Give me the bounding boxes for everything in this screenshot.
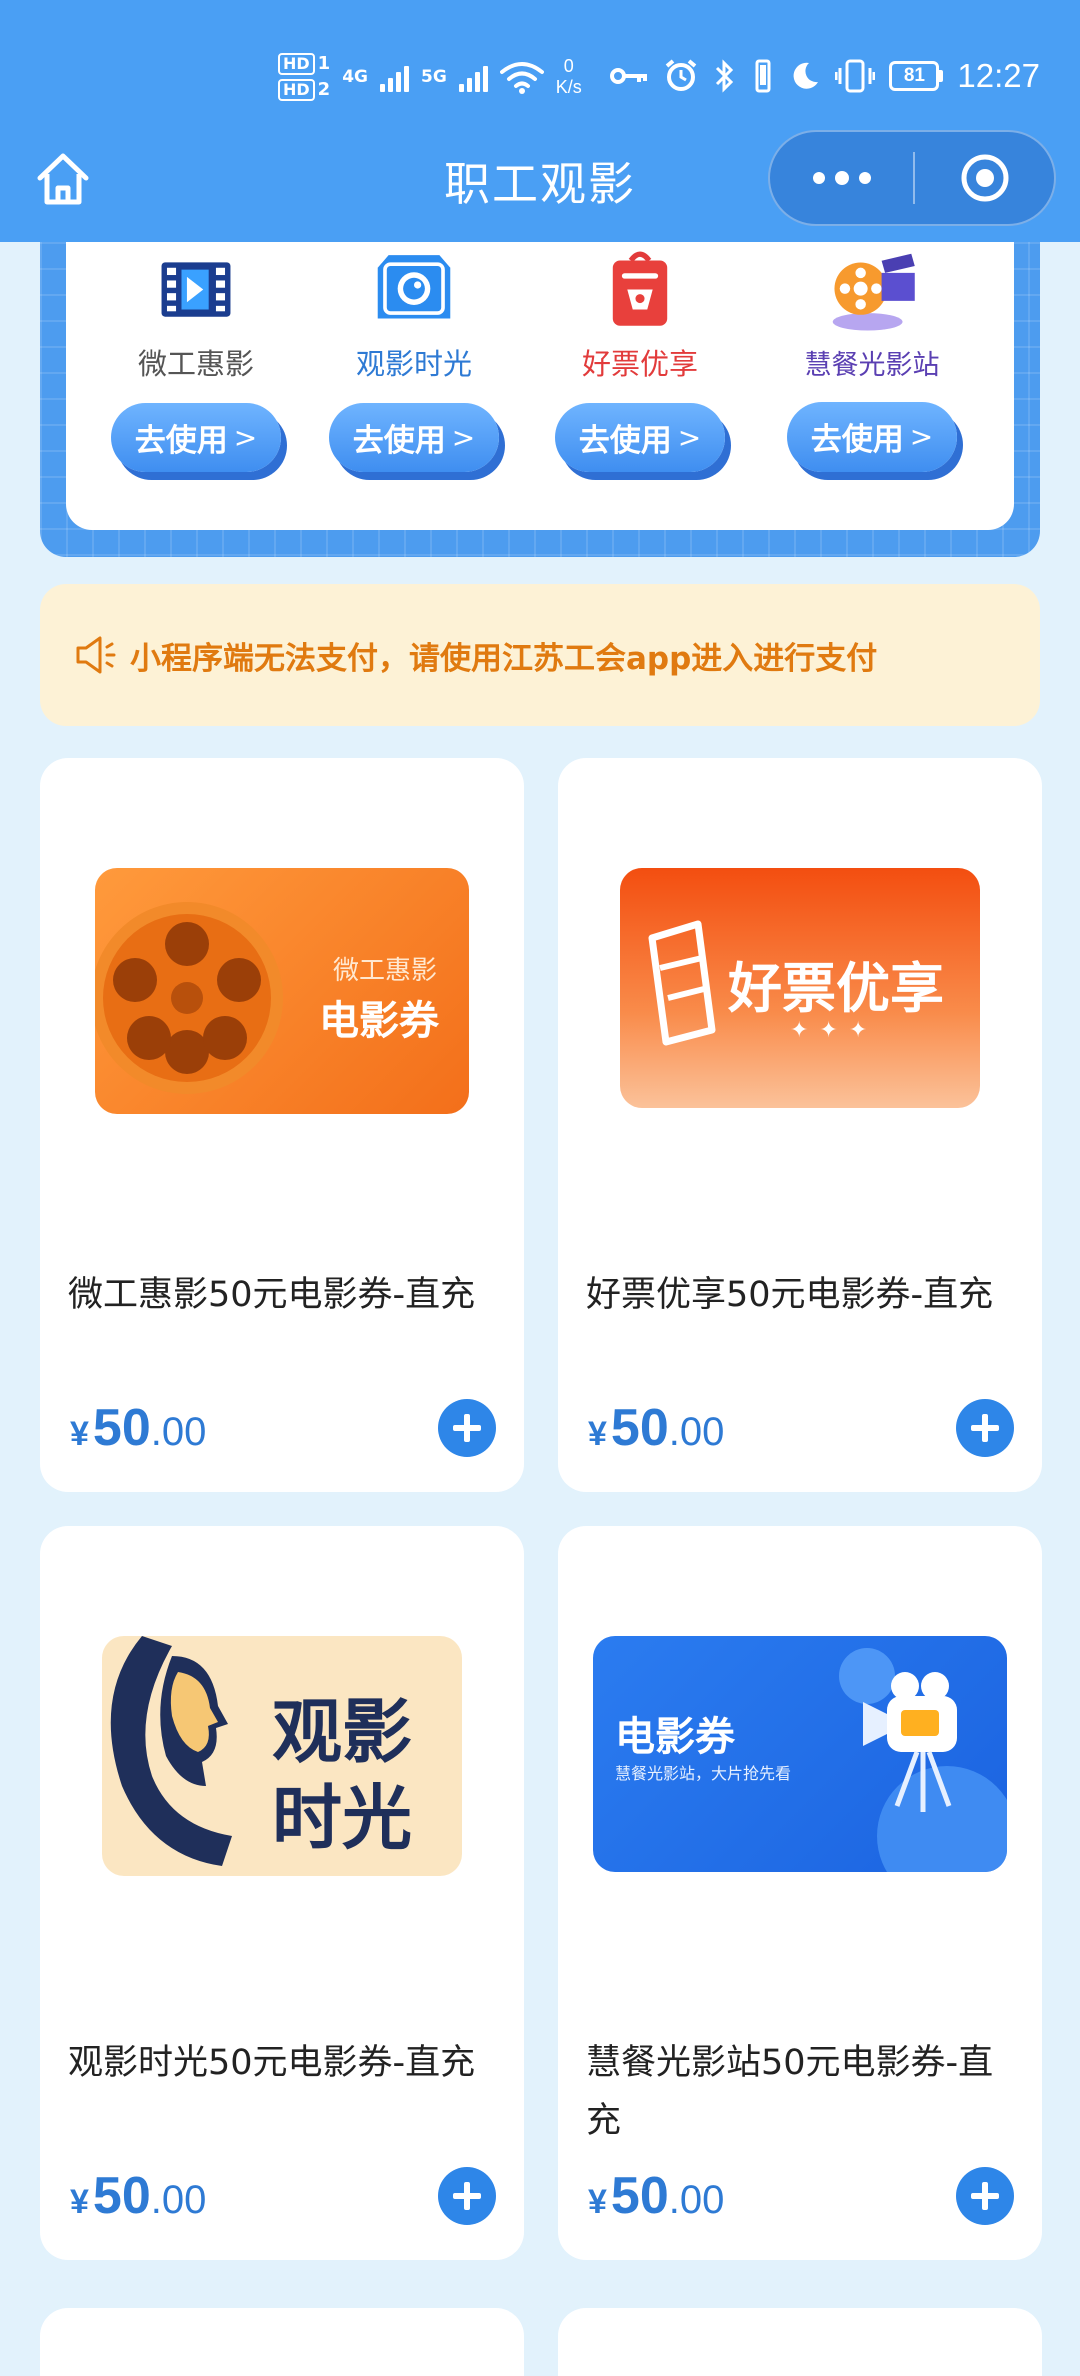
status-bar-right: 81 12:27: [609, 46, 1040, 106]
vibrate-icon: [755, 59, 771, 93]
close-button[interactable]: [915, 132, 1054, 224]
status-bar-left: HD 1 HD 2 4G 5G 0 K/s: [278, 42, 582, 112]
payment-notice: 小程序端无法支付，请使用江苏工会app进入进行支付: [40, 584, 1040, 726]
key-icon: [610, 68, 648, 84]
add-to-cart-button[interactable]: [956, 2167, 1014, 2225]
film-clapper-icon: [161, 262, 231, 317]
platform-huican: 慧餐光影站 去使用 >: [772, 242, 972, 472]
thumb-deco-text: ✦ ✦ ✦: [790, 1018, 870, 1043]
network-speed: 0 K/s: [555, 56, 582, 97]
product-price: ¥ 50 .00: [70, 1399, 207, 1457]
platform-panel: 微工惠影 去使用 > 观影时光 去使用 > 好票优享 去使用 > 慧餐光影站 去…: [40, 242, 1040, 557]
network-type-1: 4G: [342, 66, 368, 87]
product-title: 观影时光50元电影券-直充: [68, 2043, 476, 2083]
status-time: 12:27: [957, 57, 1040, 94]
thumb-line2-text: 时光: [272, 1777, 412, 1859]
platform-name: 慧餐光影站: [804, 349, 940, 381]
signal-icon-2: [458, 62, 488, 92]
platform-guanying: 观影时光 去使用 >: [314, 242, 514, 472]
product-price: ¥ 50 .00: [70, 2167, 207, 2225]
film-reel-icon: [832, 253, 915, 331]
hd1-label: HD: [278, 53, 315, 75]
hd2-label: HD: [278, 79, 315, 101]
product-price: ¥ 50 .00: [588, 1399, 725, 1457]
product-image: 观影 时光: [102, 1636, 462, 1876]
thumb-big-text: 电影券: [319, 998, 439, 1044]
thumb-big-text: 好票优享: [728, 957, 944, 1020]
film-silhouette-icon: [110, 1636, 232, 1866]
hd-indicators: HD 1 HD 2: [278, 53, 330, 101]
signal-icon: [380, 62, 409, 92]
product-image: 微工惠影 电影券: [95, 868, 469, 1114]
platform-card: 微工惠影 去使用 > 观影时光 去使用 > 好票优享 去使用 > 慧餐光影站 去…: [66, 242, 1014, 530]
product-card-partial[interactable]: [558, 2308, 1042, 2376]
use-button-haopiao[interactable]: 去使用 >: [555, 403, 725, 472]
platform-weigong: 微工惠影 去使用 >: [96, 242, 296, 472]
platform-haopiao: 好票优享 去使用 >: [540, 242, 740, 472]
platform-name: 好票优享: [581, 347, 698, 382]
product-image: 好票优享 ✦ ✦ ✦: [620, 868, 980, 1108]
ticket-icon: [648, 920, 716, 1046]
thumb-big-text: 电影券: [615, 1714, 735, 1760]
product-card-partial[interactable]: [40, 2308, 524, 2376]
product-card-huican[interactable]: 电影券 慧餐光影站，大片抢先看 慧餐光影站50元电影券-直充 ¥ 50 .00: [558, 1526, 1042, 2260]
movie-camera-icon: [839, 1648, 1007, 1872]
product-image: 电影券 慧餐光影站，大片抢先看: [593, 1636, 1007, 1872]
use-button-huican[interactable]: 去使用 >: [787, 401, 957, 472]
wifi-icon: [499, 62, 544, 94]
product-title: 慧餐光影站50元电影券-直充: [586, 2043, 994, 2141]
thumb-small-text: 慧餐光影站，大片抢先看: [615, 1764, 792, 1783]
product-card-weigong[interactable]: 微工惠影 电影券 微工惠影50元电影券-直充 ¥ 50 .00: [40, 758, 524, 1492]
more-button[interactable]: [770, 132, 913, 224]
vibrate-mode-icon: [835, 59, 876, 93]
notice-text: 小程序端无法支付，请使用江苏工会app进入进行支付: [130, 640, 878, 677]
network-type-2: 5G: [421, 66, 447, 87]
camera-lens-icon: [377, 255, 451, 319]
battery-icon: 81: [889, 61, 944, 91]
top-bar: HD 1 HD 2 4G 5G 0 K/s 81 12:27 职工观影: [0, 0, 1080, 242]
add-to-cart-button[interactable]: [438, 1399, 496, 1457]
ticket-bag-icon: [612, 251, 668, 326]
add-to-cart-button[interactable]: [956, 1399, 1014, 1457]
more-dots-icon: [812, 172, 825, 184]
film-reel-icon: [95, 902, 283, 1094]
target-close-icon: [961, 154, 1008, 202]
alarm-icon: [666, 59, 697, 91]
platform-name: 微工惠影: [137, 347, 254, 382]
product-price: ¥ 50 .00: [588, 2167, 725, 2225]
bluetooth-icon: [716, 59, 734, 93]
platform-name: 观影时光: [355, 347, 472, 382]
speaker-icon: [76, 636, 116, 674]
add-to-cart-button[interactable]: [438, 2167, 496, 2225]
use-button-weigong[interactable]: 去使用 >: [111, 403, 281, 472]
moon-icon: [793, 62, 819, 89]
product-title: 微工惠影50元电影券-直充: [68, 1275, 476, 1315]
thumb-small-text: 微工惠影: [332, 956, 437, 986]
product-title: 好票优享50元电影券-直充: [586, 1275, 994, 1315]
mini-program-capsule: [768, 130, 1056, 226]
product-card-haopiao[interactable]: 好票优享 ✦ ✦ ✦ 好票优享50元电影券-直充 ¥ 50 .00: [558, 758, 1042, 1492]
use-button-guanying[interactable]: 去使用 >: [329, 403, 499, 472]
product-card-guanying[interactable]: 观影 时光 观影时光50元电影券-直充 ¥ 50 .00: [40, 1526, 524, 2260]
